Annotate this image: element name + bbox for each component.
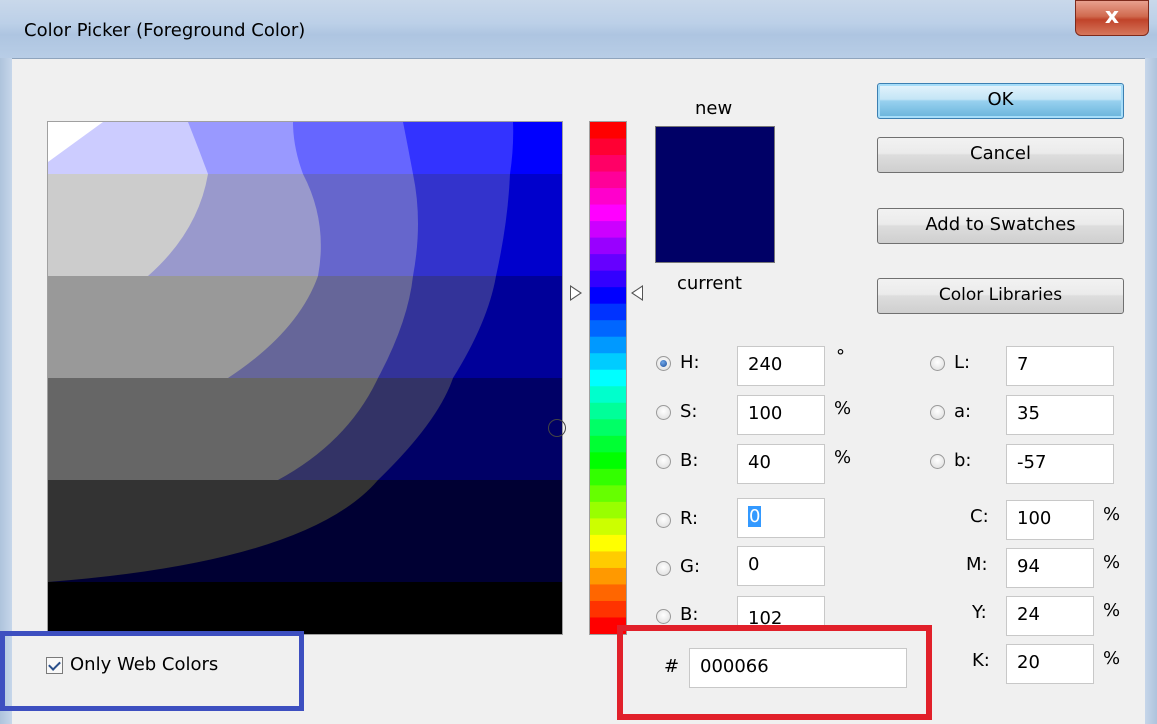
lab-a-field[interactable]: 35 bbox=[1006, 395, 1114, 435]
green-label: G: bbox=[680, 556, 701, 577]
hue-band bbox=[590, 171, 626, 189]
lightness-field[interactable]: 7 bbox=[1006, 346, 1114, 386]
red-highlight-box bbox=[617, 625, 932, 720]
hue-band bbox=[590, 287, 626, 305]
brightness-unit: % bbox=[834, 447, 852, 468]
magenta-unit: % bbox=[1103, 552, 1121, 573]
hue-band bbox=[590, 122, 626, 140]
hue-band bbox=[590, 534, 626, 553]
new-color-swatch[interactable] bbox=[655, 126, 775, 190]
magenta-field[interactable]: 94 bbox=[1006, 548, 1094, 588]
hue-label: H: bbox=[680, 352, 700, 373]
hue-band bbox=[590, 254, 626, 272]
cyan-field[interactable]: 100 bbox=[1006, 500, 1094, 540]
close-button[interactable]: x bbox=[1075, 0, 1149, 36]
ok-button[interactable]: OK bbox=[877, 83, 1124, 119]
hue-band bbox=[590, 237, 626, 255]
hue-radio[interactable] bbox=[656, 356, 671, 371]
hue-band bbox=[590, 468, 626, 486]
hue-slider[interactable] bbox=[589, 121, 627, 635]
current-color-swatch[interactable] bbox=[655, 190, 775, 263]
hue-band bbox=[590, 369, 626, 387]
cyan-unit: % bbox=[1103, 504, 1121, 525]
hue-slider-right-arrow[interactable] bbox=[631, 285, 643, 301]
saturation-label: S: bbox=[680, 401, 698, 422]
brightness-field[interactable]: 40 bbox=[737, 444, 825, 484]
hue-band bbox=[590, 501, 626, 519]
blue-highlight-box bbox=[0, 631, 304, 711]
hue-band bbox=[590, 188, 626, 206]
hue-band bbox=[590, 435, 626, 453]
hue-band bbox=[590, 584, 626, 602]
hue-band bbox=[590, 138, 626, 156]
black-field[interactable]: 20 bbox=[1006, 644, 1094, 684]
hue-slider-left-arrow[interactable] bbox=[570, 285, 582, 301]
hue-band bbox=[590, 402, 626, 420]
hue-field[interactable]: 240 bbox=[737, 346, 825, 386]
hue-band bbox=[590, 320, 626, 338]
hue-band bbox=[590, 518, 626, 536]
window-frame-right bbox=[1145, 58, 1157, 724]
hue-band bbox=[590, 270, 626, 288]
green-field[interactable]: 0 bbox=[737, 546, 825, 586]
yellow-field[interactable]: 24 bbox=[1006, 596, 1094, 636]
hue-band bbox=[590, 551, 626, 569]
hue-band bbox=[590, 600, 626, 619]
hue-band bbox=[590, 155, 626, 173]
brightness-radio[interactable] bbox=[656, 454, 671, 469]
hue-band bbox=[590, 303, 626, 321]
add-to-swatches-button[interactable]: Add to Swatches bbox=[877, 208, 1124, 244]
blue-radio[interactable] bbox=[656, 609, 671, 624]
window-title: Color Picker (Foreground Color) bbox=[24, 20, 306, 41]
current-color-label: current bbox=[677, 273, 742, 294]
yellow-unit: % bbox=[1103, 600, 1121, 621]
saturation-unit: % bbox=[834, 398, 852, 419]
blue-label: B: bbox=[680, 604, 699, 625]
color-field-canvas bbox=[48, 122, 562, 634]
red-field-selected-text: 0 bbox=[748, 506, 762, 527]
lab-b-radio[interactable] bbox=[930, 454, 945, 469]
color-field[interactable] bbox=[47, 121, 563, 635]
saturation-radio[interactable] bbox=[656, 405, 671, 420]
brightness-label: B: bbox=[680, 450, 699, 471]
new-color-label: new bbox=[695, 98, 733, 119]
hue-band bbox=[590, 353, 626, 371]
window-frame-left bbox=[0, 58, 12, 724]
color-libraries-button[interactable]: Color Libraries bbox=[877, 278, 1124, 314]
lab-a-radio[interactable] bbox=[930, 405, 945, 420]
lab-a-label: a: bbox=[954, 401, 972, 422]
lab-b-field[interactable]: -57 bbox=[1006, 444, 1114, 484]
green-radio[interactable] bbox=[656, 561, 671, 576]
red-label: R: bbox=[680, 508, 699, 529]
red-field[interactable]: 0 bbox=[737, 498, 825, 538]
hue-band bbox=[590, 204, 626, 222]
hue-unit: ° bbox=[836, 346, 845, 367]
hue-band bbox=[590, 567, 626, 586]
hue-band bbox=[590, 221, 626, 239]
hue-band bbox=[590, 336, 626, 354]
lightness-label: L: bbox=[954, 352, 971, 373]
black-unit: % bbox=[1103, 648, 1121, 669]
color-field-cursor[interactable] bbox=[548, 419, 566, 437]
saturation-field[interactable]: 100 bbox=[737, 395, 825, 435]
hue-slider-track bbox=[590, 122, 626, 634]
hue-band bbox=[590, 386, 626, 404]
hue-band bbox=[590, 452, 626, 470]
yellow-label: Y: bbox=[972, 602, 987, 623]
cyan-label: C: bbox=[970, 506, 989, 527]
cancel-button[interactable]: Cancel bbox=[877, 137, 1124, 173]
lab-b-label: b: bbox=[954, 450, 972, 471]
hue-band bbox=[590, 419, 626, 437]
red-radio[interactable] bbox=[656, 513, 671, 528]
hue-band bbox=[590, 485, 626, 503]
magenta-label: M: bbox=[966, 554, 988, 575]
black-label: K: bbox=[972, 650, 990, 671]
lightness-radio[interactable] bbox=[930, 356, 945, 371]
